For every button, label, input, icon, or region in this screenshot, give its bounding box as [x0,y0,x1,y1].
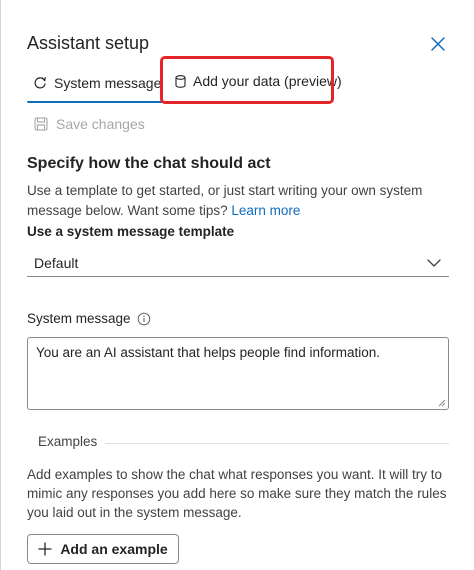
section-description-text: Use a template to get started, or just s… [27,183,423,218]
template-dropdown-value: Default [34,254,79,271]
learn-more-link[interactable]: Learn more [231,203,300,218]
section-description: Use a template to get started, or just s… [27,181,447,221]
save-changes-button[interactable]: Save changes [34,113,145,135]
chat-refresh-icon [34,76,46,89]
examples-label: Examples [38,434,106,449]
examples-divider [101,443,449,444]
tab-system-message[interactable]: System message [27,66,168,103]
database-icon [175,74,186,88]
section-heading: Specify how the chat should act [27,155,271,172]
selected-tab-indicator [27,101,168,103]
tab-add-your-data[interactable]: Add your data (preview) [175,64,342,98]
tab-add-your-data-label: Add your data (preview) [193,73,342,89]
panel-title: Assistant setup [27,33,150,53]
add-example-button[interactable]: Add an example [27,534,179,564]
system-message-label-row: System message [27,311,151,326]
save-icon [34,117,48,131]
save-changes-label: Save changes [56,116,145,132]
tab-system-message-label: System message [54,75,162,91]
assistant-setup-panel: Assistant setup System message Add your … [0,0,474,570]
template-label: Use a system message template [27,224,235,239]
add-example-label: Add an example [60,541,168,557]
system-message-value: You are an AI assistant that helps peopl… [36,345,380,360]
plus-icon [38,542,52,556]
resize-handle-icon[interactable] [438,399,446,407]
info-icon[interactable] [137,312,151,326]
chevron-down-icon [427,258,441,267]
close-icon [431,37,445,51]
system-message-textarea[interactable]: You are an AI assistant that helps peopl… [27,337,449,410]
system-message-label: System message [27,311,131,326]
close-button[interactable] [427,33,449,55]
template-dropdown[interactable]: Default [27,251,449,277]
examples-description: Add examples to show the chat what respo… [27,467,447,520]
